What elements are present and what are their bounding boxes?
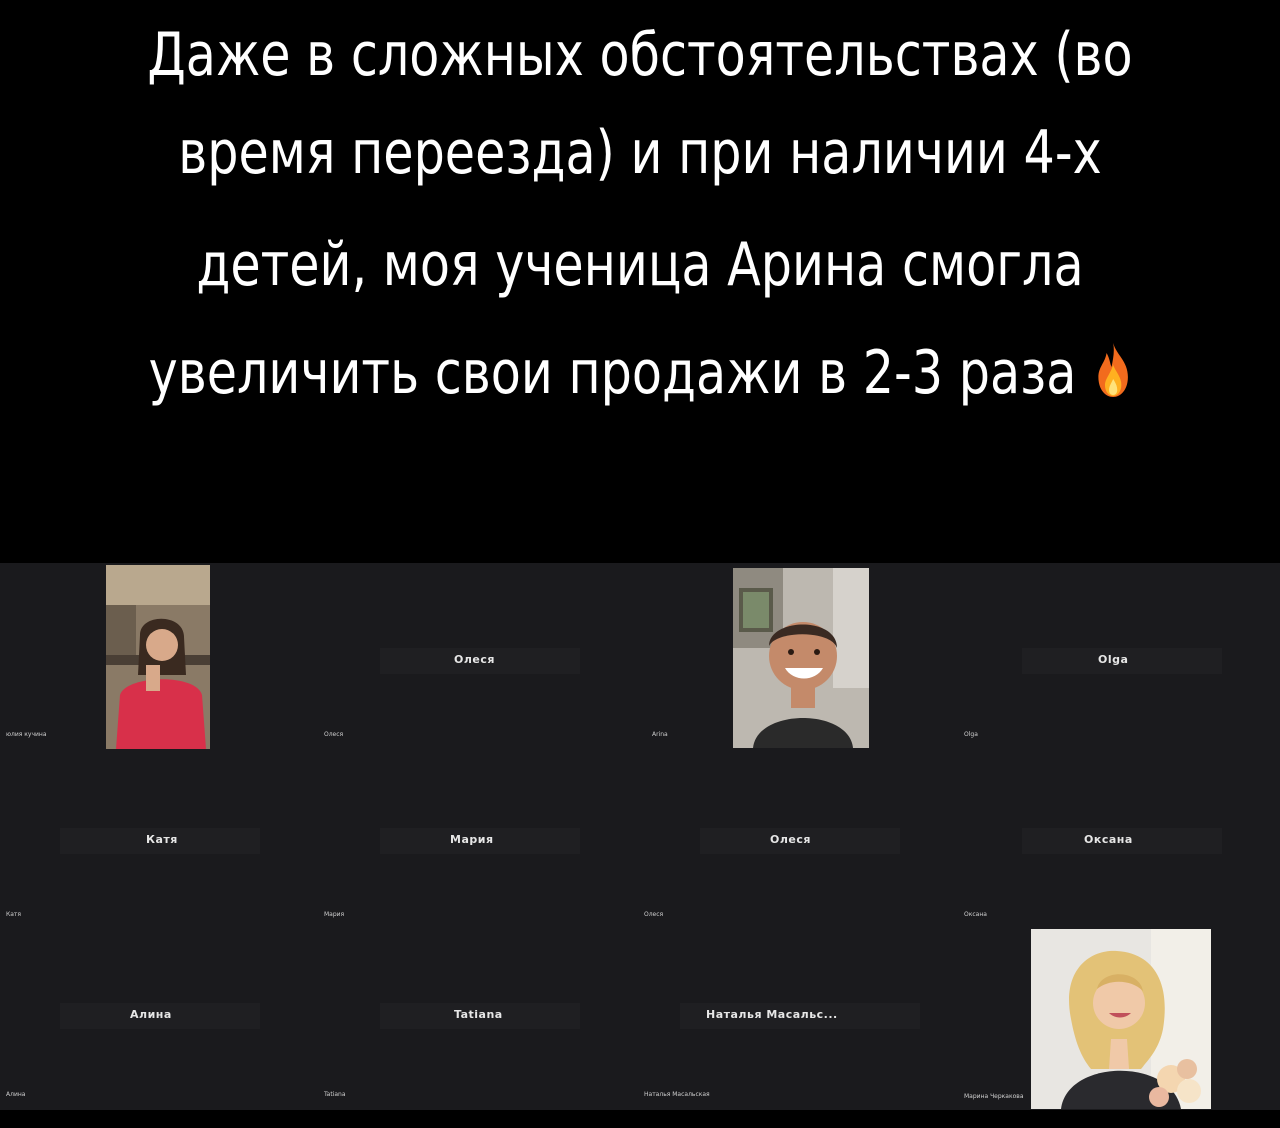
participant-video — [106, 565, 210, 749]
participant-center-name: Олеся — [770, 833, 811, 846]
gallery-bottom-edge — [0, 1110, 1280, 1128]
caption-line-3: детей, моя ученица Арина смогла — [196, 230, 1084, 300]
participant-small-name: Мария — [324, 911, 345, 918]
participant-small-name: Olga — [964, 731, 978, 738]
participant-small-name: Наталья Масальская — [644, 1091, 710, 1098]
participant-small-name: Tatiana — [324, 1091, 346, 1098]
participant-small-name: Алина — [6, 1091, 26, 1098]
participant-small-name: Марина Черкакова — [964, 1093, 1024, 1100]
participant-center-name: Олеся — [454, 653, 495, 666]
caption-panel: Даже в сложных обстоятельствах (во время… — [0, 0, 1280, 560]
participant-small-name: Arina — [652, 731, 668, 738]
participant-tile[interactable]: Olga Olga — [960, 563, 1280, 743]
participant-tile[interactable]: Олеся Олеся — [640, 743, 960, 923]
participant-center-name: Tatiana — [454, 1008, 503, 1021]
participant-center-name: Оксана — [1084, 833, 1133, 846]
participant-tile[interactable]: Алина Алина — [0, 923, 320, 1103]
participant-tile[interactable]: Оксана Оксана — [960, 743, 1280, 923]
participant-tile[interactable]: Марина Черкакова — [960, 923, 1280, 1109]
caption-line-1: Даже в сложных обстоятельствах (во — [147, 20, 1133, 90]
caption-line-4: увеличить свои продажи в 2-3 раза — [115, 338, 1165, 408]
caption-line-2: время переезда) и при наличии 4-х — [178, 118, 1102, 188]
video-meeting-gallery: юлия кучина Олеся Олеся Arina Olga Olga … — [0, 563, 1280, 1128]
participant-small-name: Олеся — [324, 731, 344, 738]
participant-tile[interactable]: Катя Катя — [0, 743, 320, 923]
participant-center-name: Наталья Масальс... — [706, 1008, 838, 1021]
participant-center-name: Катя — [146, 833, 178, 846]
participant-small-name: юлия кучина — [6, 731, 47, 738]
participant-tile[interactable]: юлия кучина — [0, 563, 320, 749]
participant-tile[interactable]: Наталья Масальс... Наталья Масальская — [640, 923, 960, 1103]
participant-small-name: Оксана — [964, 911, 987, 918]
participant-center-name: Мария — [450, 833, 494, 846]
participant-tile[interactable]: Мария Мария — [320, 743, 640, 923]
participant-center-name: Алина — [130, 1008, 172, 1021]
participant-tile[interactable]: Arina — [640, 563, 960, 748]
participant-video — [1031, 929, 1211, 1109]
participant-tile[interactable]: Олеся Олеся — [320, 563, 640, 743]
participant-small-name: Катя — [6, 911, 22, 918]
participant-tile[interactable]: Tatiana Tatiana — [320, 923, 640, 1103]
participant-video — [733, 568, 869, 748]
caption-line-4-text: увеличить свои продажи в 2-3 раза — [148, 338, 1077, 408]
participant-center-name: Olga — [1098, 653, 1129, 666]
fire-emoji-icon — [1095, 341, 1131, 399]
participant-small-name: Олеся — [644, 911, 664, 918]
